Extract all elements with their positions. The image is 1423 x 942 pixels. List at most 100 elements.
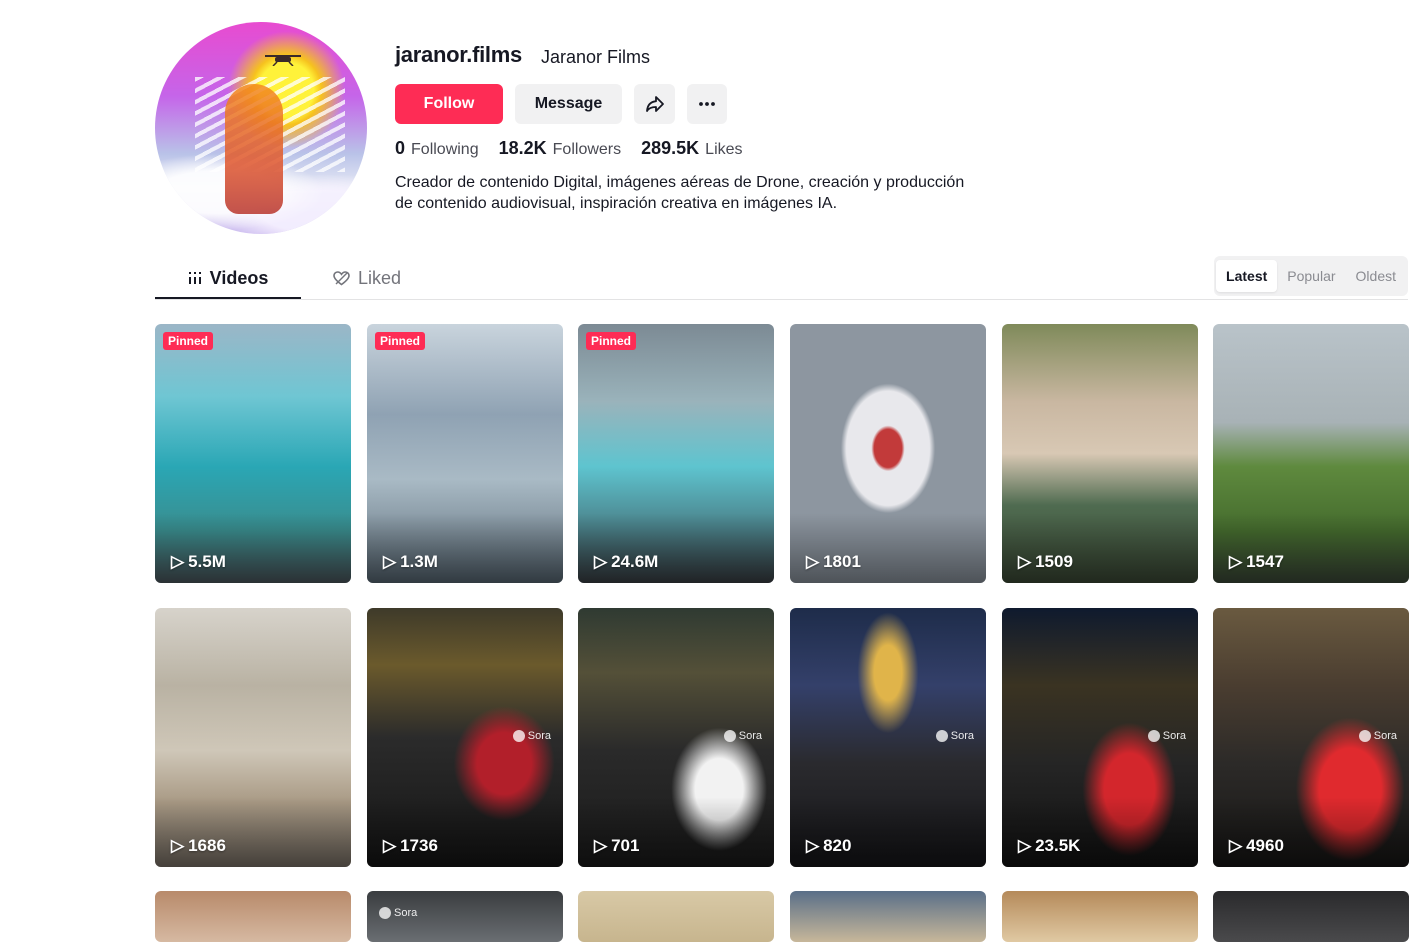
tab-liked-label: Liked (358, 267, 402, 288)
play-icon: ▷ (806, 836, 820, 855)
sort-switch: Latest Popular Oldest (1214, 256, 1408, 296)
video-card[interactable]: Pinned ▷ 5.5M (155, 324, 351, 583)
play-icon: ▷ (806, 552, 820, 571)
video-card[interactable]: Pinned ▷ 1.3M (367, 324, 563, 583)
view-count-value: 1.3M (400, 552, 438, 571)
pinned-badge: Pinned (163, 332, 214, 350)
video-card[interactable] (155, 891, 351, 942)
video-card[interactable] (578, 891, 774, 942)
video-card[interactable]: Sora (367, 891, 563, 942)
card-shade (790, 513, 986, 583)
play-icon: ▷ (383, 552, 397, 571)
followers-stat[interactable]: 18.2K Followers (499, 138, 622, 159)
profile-stats: 0 Following 18.2K Followers 289.5K Likes (395, 138, 743, 159)
card-shade (1002, 797, 1198, 867)
following-count: 0 (395, 138, 406, 158)
video-card[interactable]: Sora ▷ 1736 (367, 608, 563, 867)
profile-avatar[interactable] (155, 22, 367, 234)
sora-watermark-text: Sora (738, 730, 762, 742)
sora-watermark: Sora (1358, 730, 1397, 742)
more-button[interactable] (687, 84, 727, 124)
sora-watermark-text: Sora (1373, 730, 1397, 742)
video-card[interactable] (1002, 891, 1198, 942)
video-card[interactable] (1213, 891, 1409, 942)
play-icon: ▷ (594, 552, 608, 571)
video-card[interactable]: ▷ 1547 (1213, 324, 1409, 583)
video-card[interactable]: Sora ▷ 4960 (1213, 608, 1409, 867)
view-count-value: 1509 (1035, 552, 1073, 571)
followers-count: 18.2K (498, 138, 547, 158)
view-count-value: 1801 (823, 552, 861, 571)
view-count-value: 4960 (1246, 836, 1284, 855)
video-card[interactable]: ▷ 1801 (790, 324, 986, 583)
tab-liked[interactable]: Liked (333, 258, 403, 298)
view-count: ▷ 1547 (1229, 552, 1284, 572)
drone-icon (265, 55, 301, 66)
view-count: ▷ 4960 (1229, 836, 1284, 856)
sora-watermark-text: Sora (394, 907, 418, 919)
video-card[interactable]: Sora ▷ 23.5K (1002, 608, 1198, 867)
view-count: ▷ 1509 (1018, 552, 1073, 572)
play-icon: ▷ (1018, 552, 1032, 571)
sora-icon (1358, 730, 1371, 742)
share-button[interactable] (634, 84, 675, 124)
message-button[interactable]: Message (515, 84, 622, 124)
following-stat[interactable]: 0 Following (395, 138, 479, 159)
video-card[interactable]: ▷ 1686 (155, 608, 351, 867)
card-shade (367, 513, 563, 583)
view-count-value: 1547 (1246, 552, 1284, 571)
sort-oldest[interactable]: Oldest (1346, 260, 1406, 292)
view-count: ▷ 701 (594, 836, 639, 856)
sora-icon (935, 730, 948, 742)
likes-label: Likes (705, 141, 743, 158)
follow-button[interactable]: Follow (395, 84, 503, 124)
sora-watermark-text: Sora (527, 730, 551, 742)
bio-line: Creador de contenido Digital, imágenes a… (395, 174, 965, 191)
view-count: ▷ 1736 (383, 836, 438, 856)
grid-icon (188, 272, 201, 284)
play-icon: ▷ (1018, 836, 1032, 855)
card-shade (578, 797, 774, 867)
view-count: ▷ 1686 (171, 836, 226, 856)
view-count-value: 1736 (400, 836, 438, 855)
more-icon (699, 102, 715, 106)
followers-label: Followers (552, 141, 622, 158)
sora-watermark-text: Sora (950, 730, 974, 742)
view-count-value: 24.6M (611, 552, 659, 571)
card-shade (1002, 513, 1198, 583)
view-count: ▷ 1801 (806, 552, 861, 572)
sora-watermark: Sora (512, 730, 551, 742)
view-count-value: 23.5K (1035, 836, 1081, 855)
video-card[interactable]: ▷ 1509 (1002, 324, 1198, 583)
sort-popular[interactable]: Popular (1277, 260, 1345, 292)
pinned-badge: Pinned (586, 332, 637, 350)
card-shade (155, 513, 351, 583)
video-card[interactable]: Sora ▷ 701 (578, 608, 774, 867)
bio-line: de contenido audiovisual, inspiración cr… (395, 195, 838, 212)
tab-videos[interactable]: Videos (155, 258, 301, 299)
profile-bio: Creador de contenido Digital, imágenes a… (395, 172, 995, 214)
liked-heart-icon (333, 270, 350, 285)
card-shade (578, 513, 774, 583)
profile-nickname: Jaranor Films (541, 47, 651, 67)
video-card[interactable]: Pinned ▷ 24.6M (578, 324, 774, 583)
card-shade (1213, 797, 1409, 867)
following-label: Following (411, 141, 479, 158)
sort-latest[interactable]: Latest (1216, 260, 1278, 292)
sora-watermark: Sora (723, 730, 762, 742)
card-shade (155, 797, 351, 867)
play-icon: ▷ (1229, 552, 1243, 571)
view-count-value: 820 (823, 836, 852, 855)
view-count: ▷ 5.5M (171, 552, 226, 572)
likes-count: 289.5K (641, 138, 700, 158)
play-icon: ▷ (171, 836, 185, 855)
view-count-value: 701 (611, 836, 640, 855)
view-count: ▷ 24.6M (594, 552, 658, 572)
sora-icon (1147, 730, 1160, 742)
card-shade (367, 797, 563, 867)
video-card[interactable] (790, 891, 986, 942)
video-card[interactable]: Sora ▷ 820 (790, 608, 986, 867)
sora-icon (723, 730, 736, 742)
likes-stat: 289.5K Likes (641, 138, 742, 159)
sora-icon (512, 730, 525, 742)
